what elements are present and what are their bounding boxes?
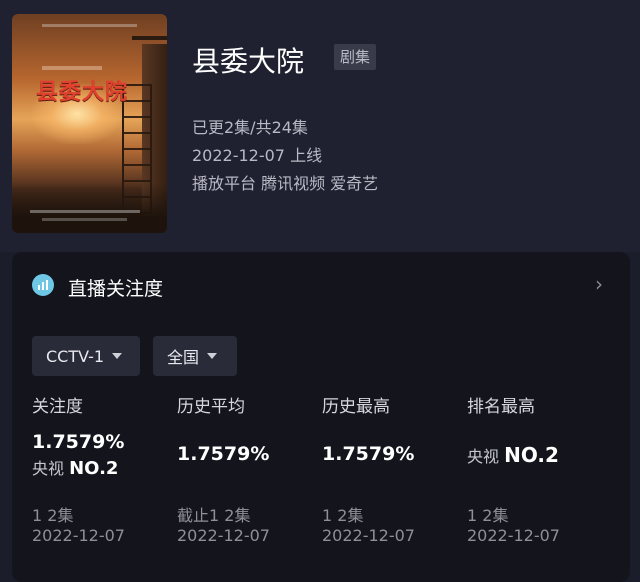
stat-label: 历史最高 xyxy=(322,397,390,417)
stat-rank: 央视 NO.2 xyxy=(32,455,172,479)
poster-topline xyxy=(42,24,137,27)
platforms: 播放平台 腾讯视频 爱奇艺 xyxy=(192,174,379,193)
stat-date: 2022-12-07 xyxy=(32,526,125,545)
stat-episode: 截止1 2集 xyxy=(177,506,251,525)
caret-down-icon xyxy=(112,353,123,359)
poster-ground xyxy=(12,183,167,233)
stat-episode: 1 2集 xyxy=(467,506,509,525)
poster-title: 县委大院 xyxy=(36,80,129,105)
stat-rank: 央视 NO.2 xyxy=(467,443,607,467)
update-status: 已更2集/共24集 xyxy=(192,118,308,137)
caret-down-icon xyxy=(207,353,218,359)
show-header: 县委大院 县委大院 剧集 已更2集/共24集 2022-12-07 上线 播放平… xyxy=(0,0,640,252)
rank-value: NO.2 xyxy=(504,443,559,467)
region-select-value: 全国 xyxy=(167,348,200,367)
stat-date: 2022-12-07 xyxy=(467,526,560,545)
poster-crane xyxy=(132,36,167,40)
show-poster[interactable]: 县委大院 xyxy=(12,14,167,233)
stat-label: 关注度 xyxy=(32,397,83,417)
live-attention-card: 直播关注度 › CCTV-1 全国 关注度 1.7579% 央视 NO.2 1 … xyxy=(12,252,630,582)
stat-history-average: 历史平均 1.7579% 截止1 2集 2022-12-07 xyxy=(177,392,317,545)
show-type-tag: 剧集 xyxy=(334,44,377,70)
stat-attention: 关注度 1.7579% 央视 NO.2 1 2集 2022-12-07 xyxy=(32,392,172,545)
stat-label: 排名最高 xyxy=(467,397,535,417)
stat-date: 2022-12-07 xyxy=(177,526,270,545)
stat-history-highest: 历史最高 1.7579% 1 2集 2022-12-07 xyxy=(322,392,462,545)
chevron-right-icon[interactable]: › xyxy=(595,272,603,296)
poster-credits xyxy=(30,210,140,213)
rank-prefix: 央视 xyxy=(32,459,65,478)
stat-episode: 1 2集 xyxy=(32,506,74,525)
card-title: 直播关注度 xyxy=(68,278,164,300)
rank-prefix: 央视 xyxy=(467,447,500,466)
stat-value: 1.7579% xyxy=(32,431,125,453)
release-date: 2022-12-07 上线 xyxy=(192,146,323,165)
channel-select-value: CCTV-1 xyxy=(46,346,105,366)
rank-value: NO.2 xyxy=(69,458,119,479)
stat-label: 历史平均 xyxy=(177,397,245,417)
show-title: 县委大院 xyxy=(192,45,305,78)
poster-subtitle xyxy=(42,66,102,70)
stat-episode: 1 2集 xyxy=(322,506,364,525)
stat-date: 2022-12-07 xyxy=(322,526,415,545)
chart-icon xyxy=(32,274,54,296)
stat-highest-rank: 排名最高 央视 NO.2 1 2集 2022-12-07 xyxy=(467,392,607,545)
poster-credits-2 xyxy=(42,218,127,221)
channel-select[interactable]: CCTV-1 xyxy=(32,336,140,376)
stat-value: 1.7579% xyxy=(322,443,415,465)
stat-value: 1.7579% xyxy=(177,443,270,465)
region-select[interactable]: 全国 xyxy=(153,336,237,376)
